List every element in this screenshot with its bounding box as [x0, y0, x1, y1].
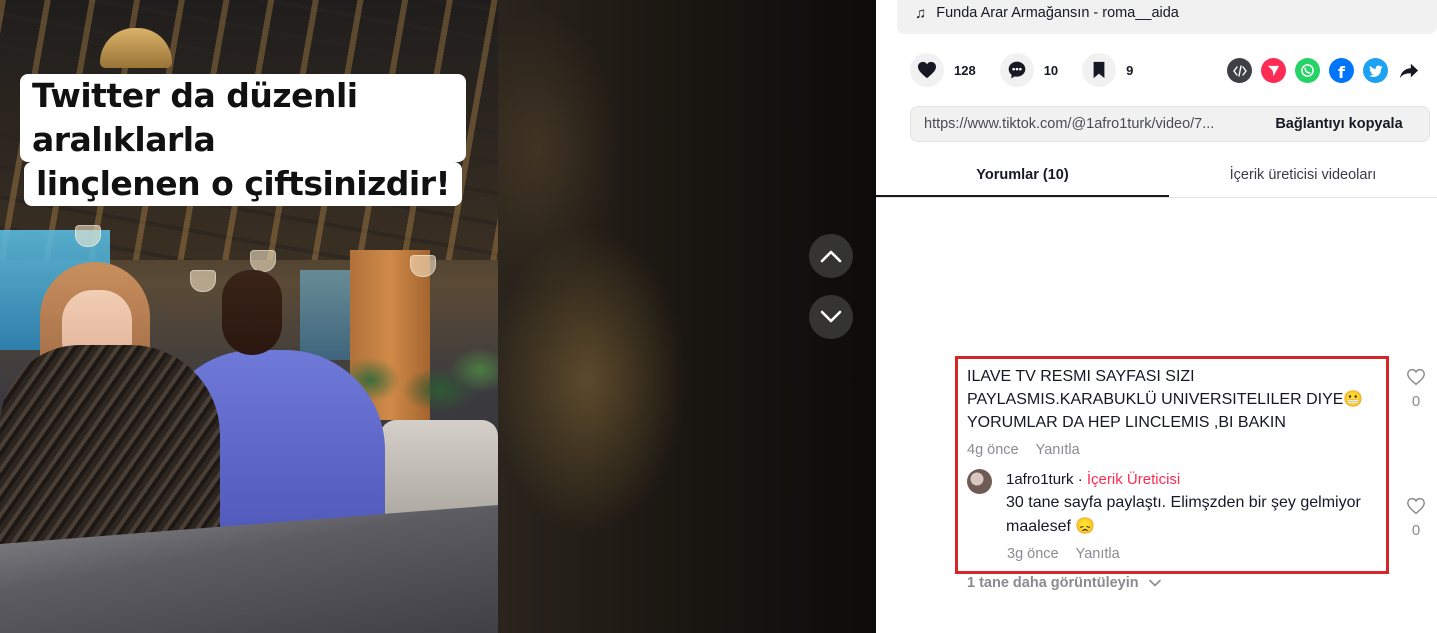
reply-like-button[interactable]: 0: [1401, 497, 1431, 539]
music-note-icon: ♫: [915, 4, 927, 22]
save-button[interactable]: 9: [1082, 53, 1133, 87]
tab-comments[interactable]: Yorumlar (10): [876, 156, 1169, 197]
avatar[interactable]: [967, 469, 992, 494]
side-panel: ♫ Funda Arar Armağansın - roma__aida 128…: [876, 0, 1437, 633]
action-bar: 128 10 9: [910, 52, 1157, 88]
comment-meta: 4g önce Yanıtla: [967, 442, 1080, 458]
heart-outline-icon: [1407, 368, 1425, 386]
comment-count: 10: [1043, 62, 1059, 78]
bookmark-icon: [1093, 61, 1105, 79]
caption-line: linçlenen o çiftsinizdir!: [23, 162, 463, 206]
reply-button[interactable]: Yanıtla: [1036, 442, 1080, 458]
video-player[interactable]: Twitter da düzenli aralıklarla linçlenen…: [0, 0, 876, 633]
comment-text: ILAVE TV RESMI SAYFASI SIZI PAYLASMIS.KA…: [967, 368, 1364, 431]
reply-button[interactable]: Yanıtla: [1076, 546, 1120, 562]
chevron-down-icon: [820, 310, 842, 323]
comment-time: 4g önce: [967, 442, 1019, 458]
music-link[interactable]: ♫ Funda Arar Armağansın - roma__aida: [897, 0, 1437, 34]
tab-creator-videos[interactable]: İçerik üreticisi videoları: [1169, 156, 1437, 197]
chevron-down-icon: [1148, 579, 1161, 587]
reply-header: 1afro1turk · İçerik Üreticisi: [1006, 471, 1180, 488]
video-caption: Twitter da düzenli aralıklarla linçlenen…: [20, 74, 466, 206]
reply-meta: 3g önce Yanıtla: [1007, 546, 1120, 562]
caption-line: Twitter da düzenli aralıklarla: [20, 74, 466, 162]
next-video-button[interactable]: [809, 295, 853, 339]
comment-button[interactable]: 10: [999, 53, 1059, 87]
reply-text: 30 tane sayfa paylaştı. Elimşzden bir şe…: [1006, 494, 1361, 535]
video-url[interactable]: https://www.tiktok.com/@1afro1turk/video…: [911, 116, 1249, 132]
previous-video-button[interactable]: [809, 234, 853, 278]
share-icons: f: [1227, 58, 1421, 83]
embed-icon[interactable]: [1227, 58, 1252, 83]
comment-icon: [1008, 61, 1026, 79]
comment-like-button[interactable]: 0: [1401, 368, 1431, 410]
copy-link-button[interactable]: Bağlantıyı kopyala: [1249, 116, 1429, 132]
creator-badge: İçerik Üreticisi: [1086, 471, 1181, 488]
reply-time: 3g önce: [1007, 546, 1059, 562]
more-replies-label: 1 tane daha görüntüleyin: [967, 575, 1139, 591]
heart-outline-icon: [1407, 497, 1425, 515]
share-arrow-icon[interactable]: [1397, 59, 1421, 83]
facebook-icon[interactable]: f: [1329, 58, 1354, 83]
reply-like-count: 0: [1411, 522, 1421, 539]
tab-bar: Yorumlar (10) İçerik üreticisi videoları: [876, 156, 1437, 198]
video-link-box: https://www.tiktok.com/@1afro1turk/video…: [910, 106, 1430, 142]
whatsapp-icon[interactable]: [1295, 58, 1320, 83]
heart-icon: [918, 61, 936, 79]
separator: ·: [1073, 471, 1087, 488]
comment-like-count: 0: [1411, 393, 1421, 410]
save-count: 9: [1126, 62, 1134, 78]
like-button[interactable]: 128: [910, 53, 976, 87]
view-more-replies[interactable]: 1 tane daha görüntüleyin: [967, 575, 1161, 591]
like-count: 128: [954, 62, 976, 78]
reply-username[interactable]: 1afro1turk: [1006, 471, 1074, 488]
twitter-icon[interactable]: [1363, 58, 1388, 83]
music-title: Funda Arar Armağansın - roma__aida: [936, 5, 1179, 21]
chevron-up-icon: [820, 250, 842, 263]
send-icon[interactable]: [1261, 58, 1286, 83]
